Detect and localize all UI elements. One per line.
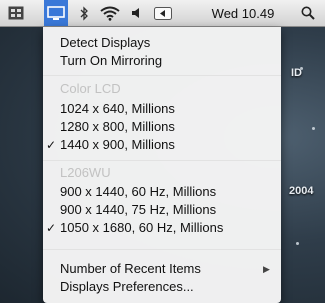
menu-header-color-lcd: Color LCD — [43, 80, 281, 98]
desktop-star — [312, 127, 315, 130]
menu-item-label: 900 x 1440, 75 Hz, Millions — [60, 202, 217, 217]
menu-item-resolution[interactable]: ✓ 1440 x 900, Millions — [43, 136, 281, 154]
desktop-label-year: 2004 — [289, 185, 314, 197]
checkmark-icon: ✓ — [46, 138, 57, 152]
menu-item-label: 1440 x 900, Millions — [60, 137, 175, 152]
menu-item-label: Number of Recent Items — [60, 261, 201, 276]
checkmark-icon: ✓ — [46, 221, 57, 235]
spotlight-icon[interactable] — [297, 0, 319, 26]
input-menu-icon[interactable] — [151, 0, 175, 26]
menu-item-label: Detect Displays — [60, 35, 151, 50]
menu-separator — [43, 249, 281, 250]
menu-item-resolution[interactable]: 1280 x 800, Millions — [43, 118, 281, 136]
menu-separator — [43, 75, 281, 76]
menu-item-label: 1050 x 1680, 60 Hz, Millions — [60, 220, 224, 235]
menu-item-number-of-recent-items[interactable]: Number of Recent Items ▶ — [43, 260, 281, 278]
wifi-icon[interactable] — [96, 0, 124, 26]
menubar-clock[interactable]: Wed 10.49 — [198, 0, 288, 26]
menu-item-label: 1024 x 640, Millions — [60, 101, 175, 116]
menu-item-label: 1280 x 800, Millions — [60, 119, 175, 134]
displays-icon[interactable] — [44, 0, 68, 26]
submenu-arrow-icon: ▶ — [263, 264, 270, 274]
menu-item-label: Displays Preferences... — [60, 279, 194, 294]
menu-item-resolution[interactable]: 1024 x 640, Millions — [43, 100, 281, 118]
menu-item-resolution[interactable]: 900 x 1440, 60 Hz, Millions — [43, 183, 281, 201]
bluetooth-icon[interactable] — [76, 0, 92, 26]
menu-header-l206wu: L206WU — [43, 164, 281, 182]
menu-item-resolution[interactable]: ✓ 1050 x 1680, 60 Hz, Millions — [43, 219, 281, 237]
menu-bar: Wed 10.49 — [0, 0, 325, 27]
desktop-star — [296, 242, 299, 245]
menu-item-displays-preferences[interactable]: Displays Preferences... — [43, 278, 281, 296]
desktop-label-id: ID — [291, 67, 302, 79]
menu-item-detect-displays[interactable]: Detect Displays — [43, 34, 281, 52]
volume-icon[interactable] — [128, 0, 144, 26]
menu-item-resolution[interactable]: 900 x 1440, 75 Hz, Millions — [43, 201, 281, 219]
menu-separator — [43, 160, 281, 161]
displays-dropdown-menu: Detect Displays Turn On Mirroring Color … — [43, 27, 281, 303]
menu-header-label: L206WU — [60, 165, 111, 180]
menu-item-label: Turn On Mirroring — [60, 53, 163, 68]
screen-mirroring-icon[interactable] — [6, 0, 26, 26]
menu-item-label: 900 x 1440, 60 Hz, Millions — [60, 184, 217, 199]
menu-item-turn-on-mirroring[interactable]: Turn On Mirroring — [43, 52, 281, 70]
menu-header-label: Color LCD — [60, 81, 121, 96]
